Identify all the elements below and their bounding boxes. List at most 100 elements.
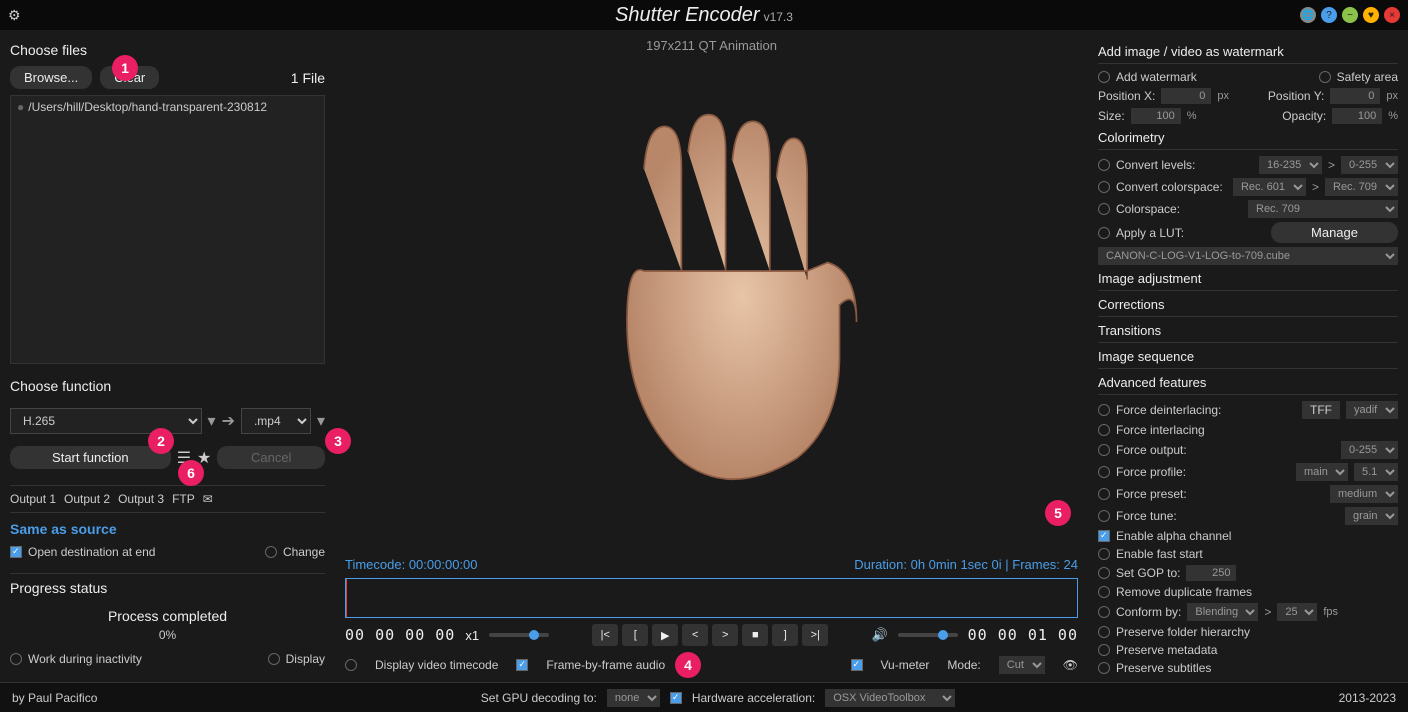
ftp-tab[interactable]: FTP [172,492,195,506]
size-input[interactable] [1131,108,1181,124]
colorspace-select[interactable]: Rec. 709 [1248,200,1398,218]
image-adjustment-title[interactable]: Image adjustment [1098,271,1398,291]
colorimetry-title: Colorimetry [1098,130,1398,150]
goto-end-button[interactable]: >| [802,624,828,646]
opacity-input[interactable] [1332,108,1382,124]
vu-meter-label: Vu-meter [881,658,930,672]
file-list[interactable]: ● /Users/hill/Desktop/hand-transparent-2… [10,95,325,364]
deint-select[interactable]: yadif [1346,401,1398,419]
conform-mode-select[interactable]: Blending [1187,603,1258,621]
profile-b-select[interactable]: 5.1 [1354,463,1398,481]
codec-select[interactable]: H.265 [10,408,202,434]
web-icon[interactable]: 🌐 [1300,7,1316,23]
levels-to-select[interactable]: 0-255 [1341,156,1398,174]
preserve-folder-radio[interactable] [1098,626,1110,638]
cs-from-select[interactable]: Rec. 601 [1233,178,1306,196]
work-inactivity-radio[interactable] [10,653,22,665]
posx-input[interactable] [1161,88,1211,104]
open-destination-label: Open destination at end [28,545,155,559]
badge-6: 6 [178,460,204,486]
badge-4: 4 [675,652,701,678]
timeline[interactable] [345,578,1078,618]
manage-button[interactable]: Manage [1271,222,1398,243]
enable-alpha-checkbox[interactable] [1098,530,1110,542]
tune-select[interactable]: grain [1345,507,1398,525]
mark-out-button[interactable]: ] [772,624,798,646]
stop-button[interactable]: ■ [742,624,768,646]
force-preset-radio[interactable] [1098,488,1110,500]
mail-icon[interactable]: ✉ [203,492,213,506]
force-output-radio[interactable] [1098,444,1110,456]
extension-select[interactable]: .mp4 [241,408,311,434]
eye-icon[interactable]: 👁 [1063,658,1078,672]
minimize-icon[interactable]: − [1342,7,1358,23]
prev-frame-button[interactable]: < [682,624,708,646]
cs-to-select[interactable]: Rec. 709 [1325,178,1398,196]
display-label: Display [286,652,325,666]
tff-badge[interactable]: TFF [1302,401,1340,419]
hw-accel-checkbox[interactable] [670,692,682,704]
add-watermark-radio[interactable] [1098,71,1110,83]
mark-in-button[interactable]: [ [622,624,648,646]
left-panel: Choose files Browse... Clear 1 File ● /U… [0,30,335,682]
enable-fast-radio[interactable] [1098,548,1110,560]
posy-input[interactable] [1330,88,1380,104]
preserve-subs-radio[interactable] [1098,662,1110,674]
frame-audio-checkbox[interactable] [516,659,528,671]
goto-start-button[interactable]: |< [592,624,618,646]
settings-icon[interactable]: ⚙ [8,7,21,24]
force-output-select[interactable]: 0-255 [1341,441,1398,459]
volume-icon[interactable]: 🔊 [871,627,887,643]
file-row[interactable]: ● /Users/hill/Desktop/hand-transparent-2… [11,96,324,118]
safety-area-radio[interactable] [1319,71,1331,83]
force-interlacing-radio[interactable] [1098,424,1110,436]
next-frame-button[interactable]: > [712,624,738,646]
titlebar: ⚙ Shutter Encoderv17.3 🌐 ? − ♥ × [0,0,1408,30]
volume-slider[interactable] [898,633,958,637]
output3-tab[interactable]: Output 3 [118,492,164,506]
vu-meter-checkbox[interactable] [851,659,863,671]
conform-fps-select[interactable]: 25 [1277,603,1317,621]
cancel-button[interactable]: Cancel [217,446,325,469]
transitions-title[interactable]: Transitions [1098,323,1398,343]
apply-lut-radio[interactable] [1098,227,1110,239]
display-radio[interactable] [268,653,280,665]
donate-icon[interactable]: ♥ [1363,7,1379,23]
profile-a-select[interactable]: main [1296,463,1348,481]
preserve-meta-radio[interactable] [1098,644,1110,656]
levels-from-select[interactable]: 16-235 [1259,156,1322,174]
convert-colorspace-radio[interactable] [1098,181,1110,193]
image-sequence-title[interactable]: Image sequence [1098,349,1398,369]
start-function-button[interactable]: Start function [10,446,171,469]
force-deint-radio[interactable] [1098,404,1110,416]
output1-tab[interactable]: Output 1 [10,492,56,506]
lut-file-select[interactable]: CANON-C-LOG-V1-LOG-to-709.cube [1098,247,1398,265]
colorspace-radio[interactable] [1098,203,1110,215]
hw-select[interactable]: OSX VideoToolbox [825,689,955,707]
conform-radio[interactable] [1098,606,1110,618]
force-profile-radio[interactable] [1098,466,1110,478]
convert-levels-radio[interactable] [1098,159,1110,171]
browse-button[interactable]: Browse... [10,66,92,89]
output2-tab[interactable]: Output 2 [64,492,110,506]
speed-slider[interactable] [489,633,549,637]
set-gop-radio[interactable] [1098,567,1110,579]
mode-label: Mode: [947,658,980,672]
gpu-select[interactable]: none [607,689,660,707]
years: 2013-2023 [1339,691,1396,705]
corrections-title[interactable]: Corrections [1098,297,1398,317]
help-icon[interactable]: ? [1321,7,1337,23]
open-destination-checkbox[interactable] [10,546,22,558]
preset-select[interactable]: medium [1330,485,1398,503]
playhead[interactable] [346,579,347,617]
preview-area[interactable] [345,59,1078,551]
force-tune-radio[interactable] [1098,510,1110,522]
chevron-down-icon: ▾ [208,411,216,431]
remove-dup-radio[interactable] [1098,586,1110,598]
gop-input[interactable] [1186,565,1236,581]
mode-select[interactable]: Cut [999,656,1045,674]
close-icon[interactable]: × [1384,7,1400,23]
display-timecode-radio[interactable] [345,659,357,671]
play-button[interactable]: ▶ [652,624,678,646]
change-radio[interactable] [265,546,277,558]
